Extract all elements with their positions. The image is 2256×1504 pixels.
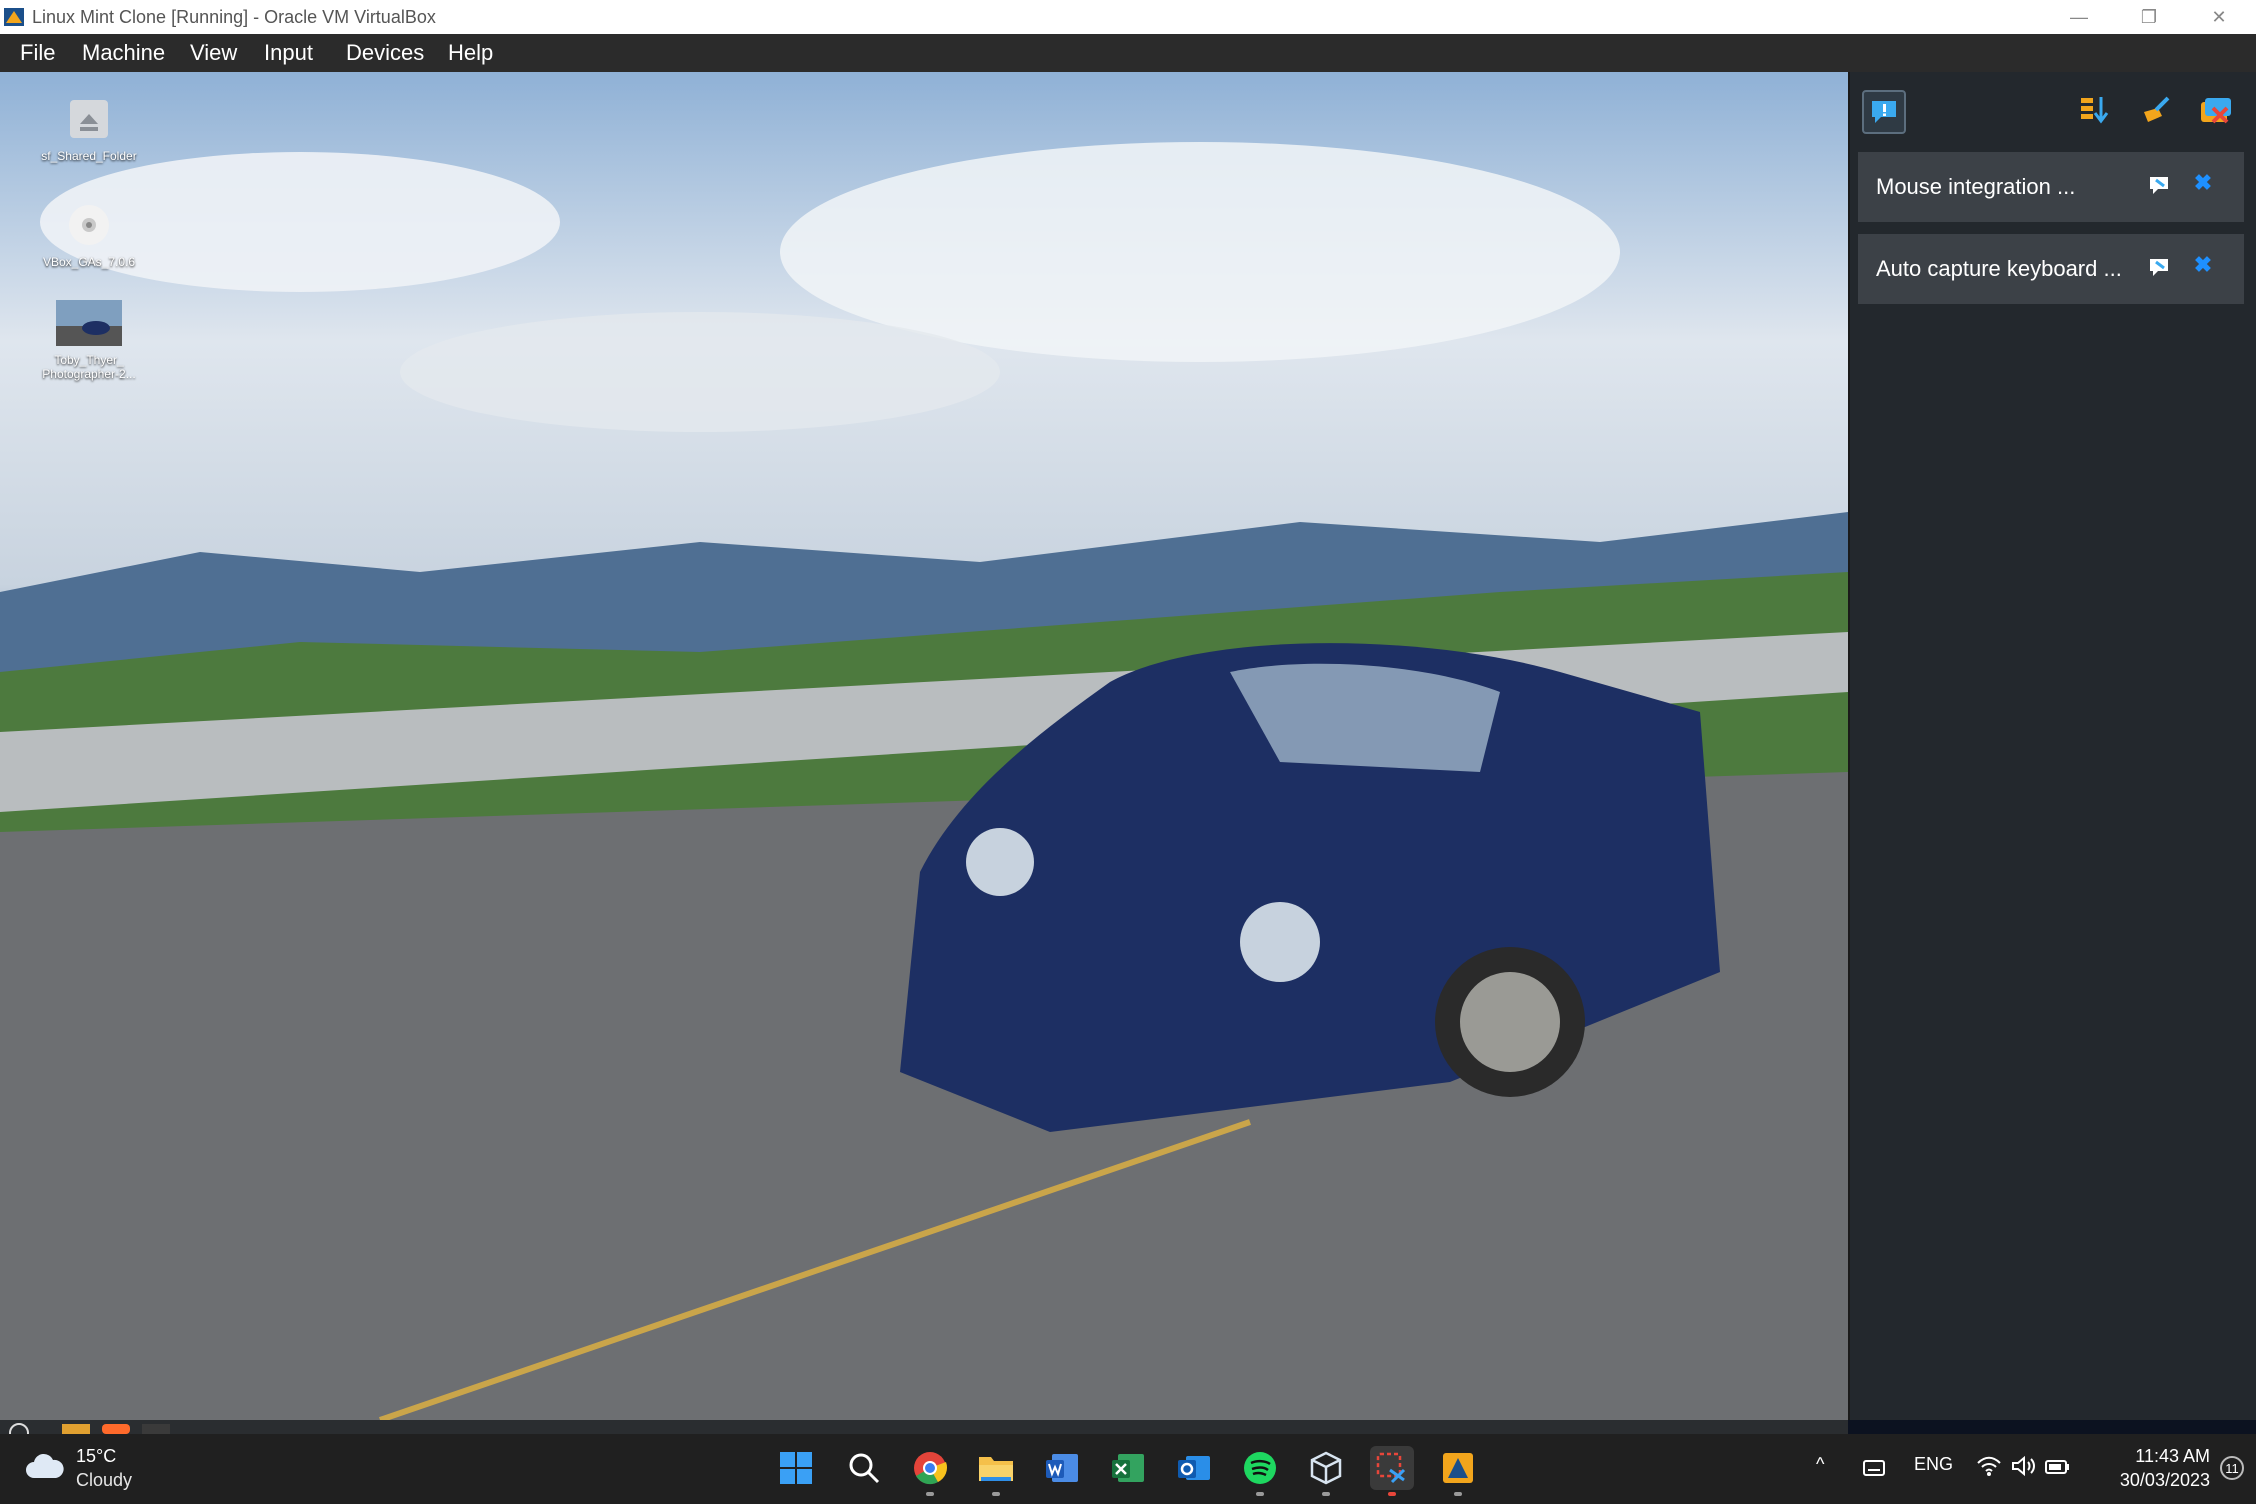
cd-disc-icon: [69, 205, 109, 245]
word-icon: [1046, 1454, 1078, 1482]
menubar: File Machine View Input Devices Help: [0, 34, 2256, 72]
desktop-icon-label: sf_Shared_Folder: [41, 149, 137, 163]
running-indicator: [1322, 1492, 1330, 1496]
windows-taskbar: 15°C Cloudy ^ ENG 11:43 AM 30/03/2023 11: [0, 1434, 2256, 1504]
taskbar-app-word[interactable]: [1040, 1446, 1084, 1490]
desktop-icon-vbox-gas[interactable]: VBox_GAs_7.0.6: [34, 202, 144, 269]
excel-icon: [1112, 1454, 1144, 1482]
start-button[interactable]: [774, 1446, 818, 1490]
menu-devices[interactable]: Devices: [346, 40, 424, 66]
taskbar-app-file-explorer[interactable]: [974, 1446, 1018, 1496]
snipping-tool-icon: [1376, 1452, 1406, 1484]
taskbar-app-chrome[interactable]: [908, 1446, 952, 1496]
menu-view[interactable]: View: [190, 40, 237, 66]
cloud-icon: [26, 1453, 64, 1478]
shared-folder-icon: [70, 100, 108, 138]
chrome-icon: [914, 1452, 948, 1485]
weather-condition: Cloudy: [76, 1470, 133, 1490]
guest-firefox-icon[interactable]: [102, 1422, 130, 1434]
menu-machine[interactable]: Machine: [82, 40, 165, 66]
menu-input[interactable]: Input: [264, 40, 313, 66]
guest-panel-strip: [0, 1420, 1848, 1434]
running-indicator: [1256, 1492, 1264, 1496]
desktop-icon-shared-folder[interactable]: sf_Shared_Folder: [34, 96, 144, 163]
minimize-button[interactable]: —: [2044, 0, 2114, 34]
active-indicator: [1388, 1492, 1396, 1496]
notification-auto-capture-keyboard[interactable]: Auto capture keyboard ... ✖: [1858, 234, 2244, 304]
notification-label: Auto capture keyboard ...: [1876, 256, 2122, 281]
close-notification-icon[interactable]: ✖: [2192, 172, 2214, 194]
folder-icon: [979, 1457, 1013, 1481]
desktop-icon-photo[interactable]: Toby_Thyer_ Photographer-2...: [34, 300, 144, 381]
taskbar-app-spotify[interactable]: [1238, 1446, 1282, 1496]
battery-icon[interactable]: [2044, 1454, 2072, 1478]
wifi-icon[interactable]: [1976, 1454, 2002, 1478]
taskbar-app-3d-cube[interactable]: [1304, 1446, 1348, 1496]
speech-alert-icon: [1872, 101, 1896, 123]
weather-widget[interactable]: 15°C Cloudy: [24, 1446, 184, 1494]
dismiss-all-icon: [2201, 98, 2231, 124]
outlook-icon: [1178, 1456, 1210, 1480]
close-notification-icon[interactable]: ✖: [2192, 254, 2214, 276]
pin-pen-icon: [2144, 96, 2170, 122]
keep-notification-icon[interactable]: [2148, 256, 2170, 278]
window-title: Linux Mint Clone [Running] - Oracle VM V…: [32, 7, 436, 27]
notification-label: Mouse integration ...: [1876, 174, 2076, 199]
menu-file[interactable]: File: [20, 40, 55, 66]
virtualbox-app-icon: [4, 8, 24, 26]
taskbar-app-snipping-tool[interactable]: [1370, 1446, 1414, 1496]
image-thumbnail-icon: [56, 300, 122, 346]
language-indicator[interactable]: ENG: [1914, 1454, 1953, 1475]
volume-icon[interactable]: [2010, 1454, 2036, 1478]
touch-keyboard-icon[interactable]: [1862, 1456, 1886, 1480]
search-button[interactable]: [842, 1446, 886, 1490]
guest-files-icon[interactable]: [62, 1422, 90, 1434]
running-indicator: [926, 1492, 934, 1496]
guest-menu-icon[interactable]: [8, 1422, 30, 1434]
menu-help[interactable]: Help: [448, 40, 493, 66]
desktop-icon-label: VBox_GAs_7.0.6: [42, 255, 136, 269]
search-icon: [849, 1453, 880, 1484]
keep-notifications-button[interactable]: [2136, 90, 2176, 130]
notifications-badge[interactable]: 11: [2220, 1456, 2244, 1480]
window-titlebar: Linux Mint Clone [Running] - Oracle VM V…: [0, 0, 2256, 35]
clock[interactable]: 11:43 AM 30/03/2023: [2120, 1444, 2210, 1492]
show-hidden-icons-button[interactable]: ^: [1816, 1454, 1824, 1475]
virtualbox-icon: [1443, 1453, 1473, 1483]
notification-mouse-integration[interactable]: Mouse integration ... ✖: [1858, 152, 2244, 222]
wallpaper-car-photo: [0, 142, 1848, 1420]
notification-center-panel: Mouse integration ... ✖ Auto capture key…: [1848, 72, 2256, 1420]
restore-button[interactable]: ❐: [2114, 0, 2184, 34]
running-indicator: [992, 1492, 1000, 1496]
taskbar-app-outlook[interactable]: [1172, 1446, 1216, 1490]
taskbar-app-excel[interactable]: [1106, 1446, 1150, 1490]
guest-desktop[interactable]: sf_Shared_Folder VBox_GAs_7.0.6 Toby_Thy…: [0, 72, 1848, 1420]
dismiss-all-button[interactable]: [2196, 90, 2236, 130]
sort-notifications-button[interactable]: [2074, 90, 2114, 130]
guest-terminal-icon[interactable]: [142, 1422, 170, 1434]
windows-logo-icon: [780, 1452, 812, 1484]
notification-center-toggle[interactable]: [1862, 90, 1906, 134]
cube-icon: [1310, 1451, 1342, 1485]
desktop-icon-label: Toby_Thyer_ Photographer-2...: [42, 353, 136, 381]
sort-down-icon: [2081, 97, 2109, 124]
running-indicator: [1454, 1492, 1462, 1496]
spotify-icon: [1244, 1452, 1276, 1484]
keep-notification-icon[interactable]: [2148, 174, 2170, 196]
taskbar-app-virtualbox[interactable]: [1436, 1446, 1480, 1496]
close-button[interactable]: ✕: [2184, 0, 2254, 34]
clock-date: 30/03/2023: [2119, 1470, 2210, 1490]
clock-time: 11:43 AM: [2135, 1446, 2210, 1466]
weather-temperature: 15°C: [76, 1446, 117, 1466]
